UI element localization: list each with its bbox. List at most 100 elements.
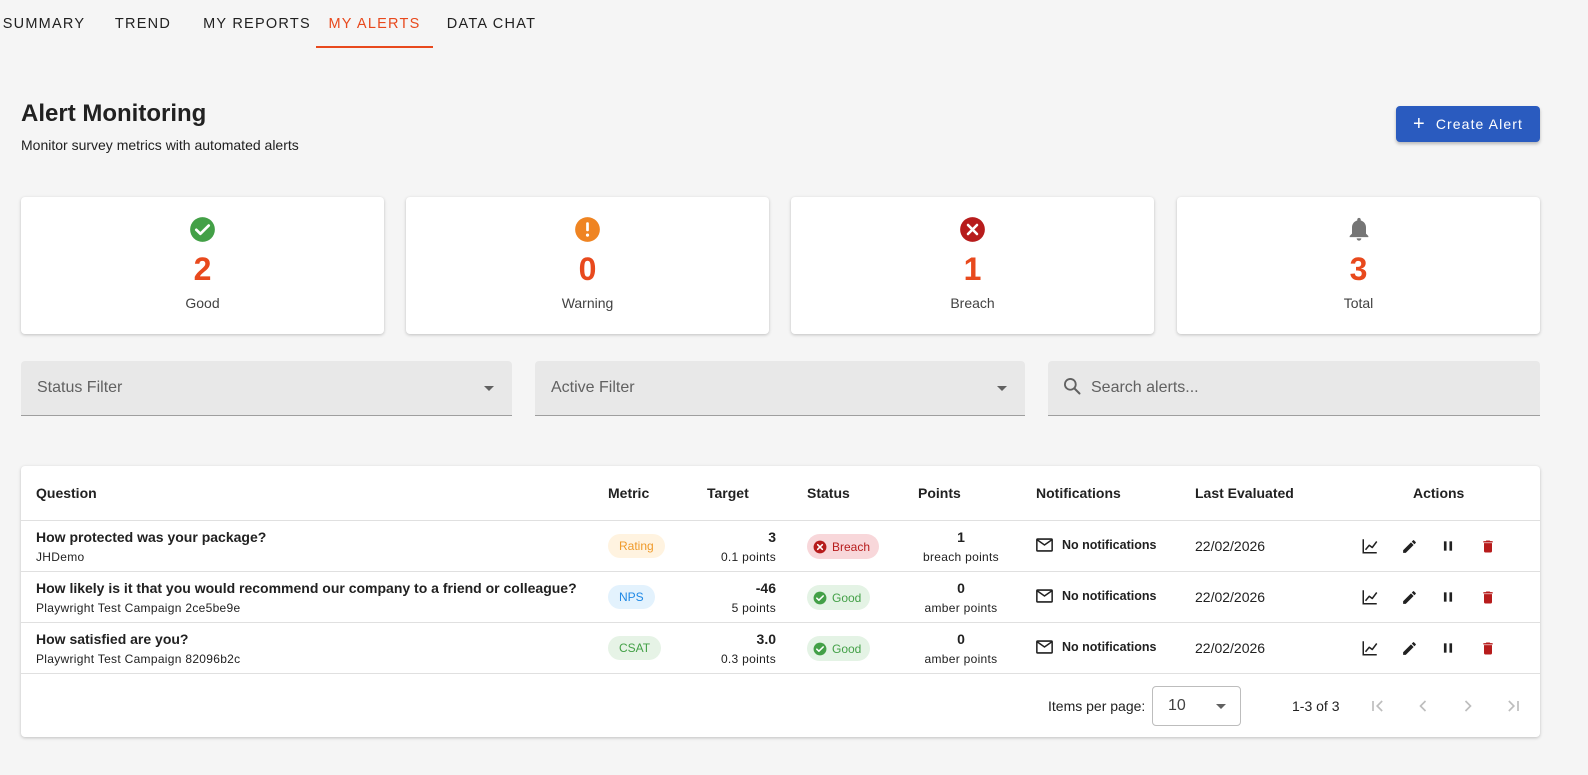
status-label: Breach [832,539,871,554]
question-title: How satisfied are you? [36,631,189,647]
mail-icon [1036,538,1053,552]
active-filter-select[interactable]: Active Filter [535,361,1025,416]
points-value: 0 [957,580,965,596]
points-label: breach points [923,550,999,564]
stat-value: 0 [578,251,597,287]
check-circle-icon [813,591,827,604]
search-input[interactable] [1091,379,1511,397]
column-header-points: Points [918,485,961,501]
metric-chip: Rating [608,534,665,558]
next-page-icon[interactable] [1456,694,1480,718]
stat-card-warning: 0 Warning [406,197,769,334]
create-alert-button[interactable]: + Create Alert [1396,106,1540,142]
last-evaluated: 22/02/2026 [1195,640,1266,656]
create-alert-label: Create Alert [1435,116,1523,132]
mail-icon [1036,589,1053,603]
column-header-question: Question [36,485,97,501]
nav-tabs: SUMMARY TREND MY REPORTS MY ALERTS DATA … [0,0,550,48]
campaign-name: Playwright Test Campaign 82096b2c [36,652,241,666]
status-filter-label: Status Filter [37,379,123,396]
status-label: Good [832,590,862,605]
target-points: 5 points [731,601,776,615]
stat-card-total: 3 Total [1177,197,1540,334]
edit-icon[interactable] [1400,639,1418,657]
stat-card-breach: 1 Breach [791,197,1154,334]
active-filter-label: Active Filter [551,379,635,396]
question-title: How protected was your package? [36,529,267,545]
chevron-down-icon [484,386,494,391]
chevron-down-icon [997,386,1007,391]
stat-label: Warning [561,295,614,311]
status-badge: Breach [807,534,880,559]
first-page-icon[interactable] [1366,694,1390,718]
chart-icon[interactable] [1361,588,1379,606]
delete-icon[interactable] [1479,537,1497,555]
page-subtitle: Monitor survey metrics with automated al… [21,137,299,153]
table-row[interactable]: How likely is it that you would recommen… [21,572,1540,623]
points-label: amber points [924,601,998,615]
check-circle-icon [813,642,827,655]
notifications-label: No notifications [1062,538,1157,552]
column-header-status: Status [807,485,850,501]
stat-label: Good [185,295,220,311]
campaign-name: JHDemo [36,550,85,564]
x-circle-icon [959,215,987,243]
page-range: 1-3 of 3 [1292,698,1340,714]
page-size-value: 10 [1168,697,1186,714]
pause-icon[interactable] [1439,537,1457,555]
stat-card-good: 2 Good [21,197,384,334]
mail-icon [1036,640,1053,654]
chart-icon[interactable] [1361,639,1379,657]
points-label: amber points [924,652,998,666]
tab-my-alerts[interactable]: MY ALERTS [316,0,433,48]
search-icon [1062,376,1082,401]
stat-value: 1 [963,251,982,287]
tab-data-chat[interactable]: DATA CHAT [433,0,550,48]
search-field [1048,361,1540,416]
notifications-cell: No notifications [1036,538,1156,552]
delete-icon[interactable] [1479,588,1497,606]
page-title: Alert Monitoring [21,100,207,127]
bell-icon [1345,215,1373,243]
stat-value: 3 [1349,251,1368,287]
edit-icon[interactable] [1400,537,1418,555]
plus-icon: + [1413,113,1426,135]
status-filter-select[interactable]: Status Filter [21,361,512,416]
chart-icon[interactable] [1361,537,1379,555]
pause-icon[interactable] [1439,639,1457,657]
page-size-select[interactable]: 10 [1152,686,1241,726]
pause-icon[interactable] [1439,588,1457,606]
target-points: 0.1 points [720,550,776,564]
tab-trend[interactable]: TREND [88,0,198,48]
table-row[interactable]: How protected was your package? JHDemo R… [21,521,1540,572]
alerts-table: Question Metric Target Status Points Not… [21,466,1540,737]
last-evaluated: 22/02/2026 [1195,589,1266,605]
column-header-notifications: Notifications [1036,485,1121,501]
delete-icon[interactable] [1479,639,1497,657]
last-page-icon[interactable] [1501,694,1525,718]
notifications-label: No notifications [1062,589,1157,603]
chevron-down-icon [1216,704,1226,709]
tab-my-reports[interactable]: MY REPORTS [198,0,316,48]
column-header-actions: Actions [1413,485,1465,501]
metric-chip: CSAT [608,636,662,660]
target-points: 0.3 points [720,652,776,666]
table-row[interactable]: How satisfied are you? Playwright Test C… [21,623,1540,674]
stat-label: Total [1343,295,1374,311]
question-title: How likely is it that you would recommen… [36,580,577,596]
points-value: 0 [957,631,965,647]
tab-summary[interactable]: SUMMARY [0,0,88,48]
edit-icon[interactable] [1400,588,1418,606]
status-badge: Good [807,636,871,661]
stat-label: Breach [950,295,995,311]
stat-value: 2 [193,251,212,287]
points-value: 1 [957,529,965,545]
x-circle-icon [813,540,827,553]
check-circle-icon [189,215,217,243]
status-label: Good [832,641,862,656]
notifications-label: No notifications [1062,640,1157,654]
status-badge: Good [807,585,871,610]
previous-page-icon[interactable] [1411,694,1435,718]
column-header-metric: Metric [608,485,650,501]
last-evaluated: 22/02/2026 [1195,538,1266,554]
